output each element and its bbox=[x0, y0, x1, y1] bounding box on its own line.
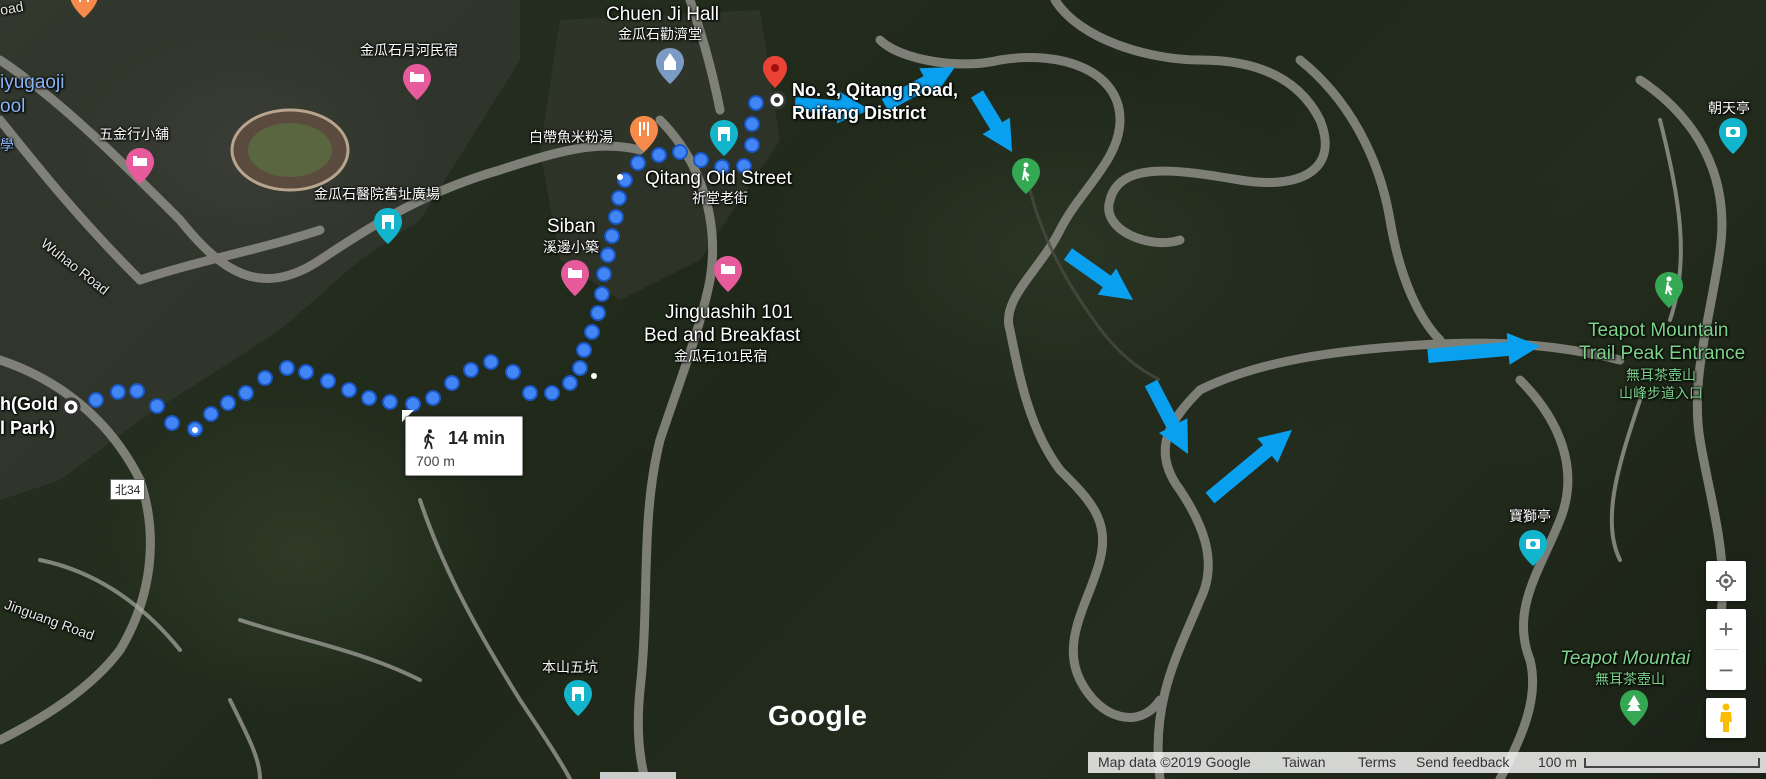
school-label-2: ool bbox=[0, 96, 26, 117]
jinguashih101-label-2: Bed and Breakfast bbox=[644, 325, 801, 346]
landmark-icon bbox=[564, 680, 592, 716]
moonriver-label: 金瓜石月河民宿 bbox=[360, 42, 458, 58]
benshan-label: 本山五坑 bbox=[542, 659, 598, 675]
chuen-ji-hall-label: Chuen Ji Hall bbox=[606, 4, 719, 25]
siban-zh-label: 溪邊小築 bbox=[543, 239, 599, 255]
walking-icon bbox=[424, 429, 435, 450]
scale-bar bbox=[1584, 758, 1760, 768]
attribution-bar: Map data ©2019 Google Taiwan Terms Send … bbox=[1088, 752, 1766, 773]
hotel-icon bbox=[714, 256, 742, 292]
map-data-attribution: Map data ©2019 Google bbox=[1098, 754, 1251, 770]
bottom-handle[interactable] bbox=[600, 772, 676, 779]
destination-address-line2: Ruifang District bbox=[792, 103, 927, 123]
zoom-out-button[interactable]: − bbox=[1706, 650, 1746, 690]
route-distance: 700 m bbox=[416, 453, 455, 469]
street-view-pegman[interactable] bbox=[1706, 698, 1746, 738]
teapot-entrance-label-1: Teapot Mountain bbox=[1588, 320, 1729, 341]
pegman-icon bbox=[1706, 698, 1746, 738]
route-duration: 14 min bbox=[448, 428, 506, 448]
send-feedback-link[interactable]: Send feedback bbox=[1416, 754, 1509, 770]
viewpoint-camera-icon bbox=[1719, 118, 1747, 154]
scale-label: 100 m bbox=[1538, 754, 1577, 770]
destination-address-line1: No. 3, Qitang Road, bbox=[792, 80, 959, 100]
teapot-entrance-zh-2: 山峰步道入口 bbox=[1619, 385, 1703, 401]
teapot-entrance-label-2: Trail Peak Entrance bbox=[1579, 343, 1746, 364]
landmark-icon bbox=[374, 208, 402, 244]
hiking-trail-icon bbox=[1655, 272, 1683, 308]
zoom-in-button[interactable]: + bbox=[1706, 609, 1746, 649]
route-number-badge: 北34 bbox=[110, 479, 146, 500]
teapot-mountain-label: Teapot Mountai bbox=[1560, 648, 1691, 669]
jinguashih101-zh-label: 金瓜石101民宿 bbox=[674, 348, 768, 364]
temple-icon bbox=[656, 48, 684, 84]
chaotian-pavilion-label: 朝天亭 bbox=[1708, 100, 1750, 116]
gold-park-label-2: l Park) bbox=[0, 418, 56, 438]
restaurant-icon bbox=[70, 0, 98, 18]
hotel-icon bbox=[561, 260, 589, 296]
old-hospital-label: 金瓜石醫院舊址廣場 bbox=[314, 186, 440, 202]
hotel-icon bbox=[126, 148, 154, 184]
gold-park-label-1: h(Gold bbox=[0, 394, 58, 414]
viewpoint-camera-icon bbox=[1519, 530, 1547, 566]
region-link[interactable]: Taiwan bbox=[1282, 754, 1326, 770]
route-info-card[interactable]: 14 min 700 m bbox=[405, 416, 523, 476]
siban-label: Siban bbox=[547, 216, 596, 237]
zoom-control: + − bbox=[1706, 609, 1746, 690]
my-location-button[interactable] bbox=[1706, 561, 1746, 601]
terms-link[interactable]: Terms bbox=[1358, 754, 1396, 770]
baoshi-pavilion-label: 寶獅亭 bbox=[1509, 508, 1551, 524]
qitang-old-street-zh-label: 祈堂老街 bbox=[692, 190, 748, 206]
hiking-trail-icon bbox=[1012, 158, 1040, 194]
landmark-icon bbox=[710, 120, 738, 156]
google-logo: Google bbox=[768, 700, 868, 731]
school-label: iyugaoji bbox=[0, 72, 65, 93]
restaurant-icon bbox=[630, 116, 658, 152]
teapot-entrance-zh-1: 無耳茶壺山 bbox=[1626, 367, 1696, 383]
destination-pin-icon bbox=[763, 56, 787, 88]
qitang-old-street-label: Qitang Old Street bbox=[645, 168, 792, 189]
my-location-icon bbox=[1706, 561, 1746, 601]
park-icon bbox=[1620, 690, 1648, 726]
hotel-icon bbox=[403, 64, 431, 100]
baidai-noodle-label: 白帶魚米粉湯 bbox=[529, 129, 613, 145]
jinguashih101-label-1: Jinguashih 101 bbox=[665, 302, 793, 323]
satellite-map[interactable]: oad Chuen Ji Hall 金瓜石勸濟堂 金瓜石月河民宿 iyugaoj… bbox=[0, 0, 1766, 779]
chuen-ji-hall-zh-label: 金瓜石勸濟堂 bbox=[618, 26, 702, 42]
teapot-mountain-zh-label: 無耳茶壺山 bbox=[1595, 671, 1665, 687]
school-label-3: 學 bbox=[0, 137, 14, 153]
wujin-shop-label: 五金行小舖 bbox=[99, 126, 169, 142]
